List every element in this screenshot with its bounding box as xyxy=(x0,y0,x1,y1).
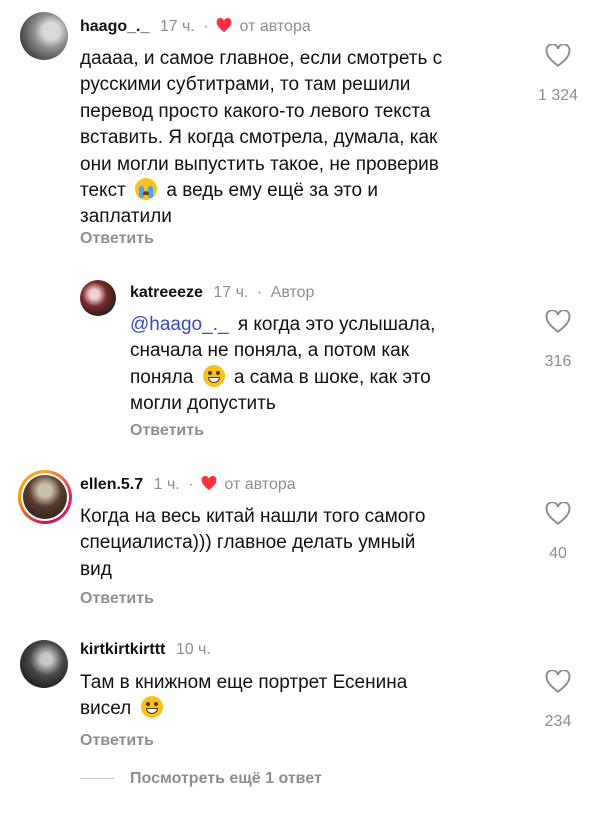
reply-button[interactable]: Ответить xyxy=(80,590,154,608)
view-more-replies-button[interactable]: Посмотреть ещё 1 ответ xyxy=(80,770,322,788)
comment-time: 1 ч. xyxy=(153,476,180,493)
comment-username[interactable]: katreeeze xyxy=(130,284,203,301)
like-button[interactable]: 40 xyxy=(528,501,588,563)
comment-username[interactable]: ellen.5.7 xyxy=(80,476,143,493)
comment-text-line: вставить. Я когда смотрела, думала, как xyxy=(80,127,438,149)
comment-text-line: вид xyxy=(80,558,112,580)
like-count: 1 324 xyxy=(537,87,579,104)
comment-text-fragment: висел xyxy=(80,698,132,720)
comment-text: Там в книжном еще портрет Есенина висел xyxy=(80,670,520,723)
view-more-label: Посмотреть ещё 1 ответ xyxy=(130,770,322,787)
avatar-story-ring[interactable] xyxy=(18,470,72,524)
comment-text-line: поняла а сама в шоке, как это xyxy=(130,364,530,391)
comment-text-line: сначала не поняла, а потом как xyxy=(130,340,410,362)
reply-button[interactable]: Ответить xyxy=(130,422,204,440)
comment-text-line: специалиста))) главное делать умный xyxy=(80,532,416,554)
comment-text-line: @haago_._ я когда это услышала, xyxy=(130,312,530,338)
heart-filled-icon xyxy=(216,18,232,33)
comment-text-line: Там в книжном еще портрет Есенина xyxy=(80,672,408,693)
avatar[interactable] xyxy=(20,12,68,60)
author-liked-badge: от автора xyxy=(224,476,296,493)
comment-text-line: висел xyxy=(80,696,520,722)
avatar[interactable] xyxy=(20,640,68,688)
heart-filled-icon xyxy=(201,476,217,491)
author-badge: Автор xyxy=(270,284,315,301)
reply-button[interactable]: Ответить xyxy=(80,732,154,750)
comment-text-fragment: а сама в шоке, как это xyxy=(233,366,431,388)
comment-username[interactable]: haago_._ xyxy=(80,18,149,35)
like-count: 316 xyxy=(544,353,572,370)
heart-outline-icon[interactable] xyxy=(545,309,571,334)
comment-text-line: заплатили xyxy=(80,206,172,228)
like-button[interactable]: 1 324 xyxy=(528,43,588,105)
author-liked-badge: от автора xyxy=(239,18,311,35)
crying-face-emoji-icon xyxy=(135,178,158,201)
grinning-face-emoji-icon xyxy=(140,696,163,719)
comment-time: 17 ч. xyxy=(159,18,195,35)
comment-meta: haago_._ 17 ч. · от автора xyxy=(80,17,311,37)
comment-text: даааа, и самое главное, если смотреть с … xyxy=(80,46,520,231)
comment-text-line: русскими субтитрами, то там решили xyxy=(80,74,411,96)
avatar xyxy=(21,473,69,521)
comment-meta: katreeeze 17 ч. · Автор xyxy=(130,283,314,303)
comment-meta: ellen.5.7 1 ч. · от автора xyxy=(80,475,296,495)
like-button[interactable]: 234 xyxy=(528,669,588,731)
comment-text-fragment: я когда это услышала, xyxy=(237,314,436,335)
comment-text-line: могли допустить xyxy=(130,393,276,415)
mention-link[interactable]: @haago_._ xyxy=(130,314,229,335)
like-button[interactable]: 316 xyxy=(528,309,588,371)
reply-button[interactable]: Ответить xyxy=(80,230,154,248)
comment-text-fragment: поняла xyxy=(130,366,194,388)
comment-time: 17 ч. xyxy=(213,284,249,301)
comment-time: 10 ч. xyxy=(175,641,211,658)
comment-meta: kirtkirtkirttt 10 ч. xyxy=(80,640,211,660)
comment-text: Когда на весь китай нашли того самого сп… xyxy=(80,504,520,583)
like-count: 40 xyxy=(549,545,567,562)
comment-text-line: перевод просто какого-то левого текста xyxy=(80,100,431,122)
comment-username[interactable]: kirtkirtkirttt xyxy=(80,641,165,658)
heart-outline-icon[interactable] xyxy=(545,501,571,526)
separator: · xyxy=(188,476,194,493)
avatar[interactable] xyxy=(80,280,116,316)
like-count: 234 xyxy=(544,713,572,730)
separator: · xyxy=(203,18,209,35)
comment-text-fragment: а ведь ему ещё за это и xyxy=(166,180,378,202)
comment-text: @haago_._ я когда это услышала, сначала … xyxy=(130,312,530,418)
comment-text-line: текст а ведь ему ещё за это и xyxy=(80,178,520,204)
heart-outline-icon[interactable] xyxy=(545,43,571,68)
grinning-face-emoji-icon xyxy=(202,364,225,387)
comment-text-line: Когда на весь китай нашли того самого xyxy=(80,506,426,527)
comment-text-line: даааа, и самое главное, если смотреть с xyxy=(80,48,443,69)
separator: · xyxy=(256,284,263,301)
heart-outline-icon[interactable] xyxy=(545,669,571,694)
comment-text-fragment: текст xyxy=(80,180,126,202)
divider-line xyxy=(80,778,114,780)
comment-text-line: они могли выпустить такое, не проверив xyxy=(80,153,439,175)
